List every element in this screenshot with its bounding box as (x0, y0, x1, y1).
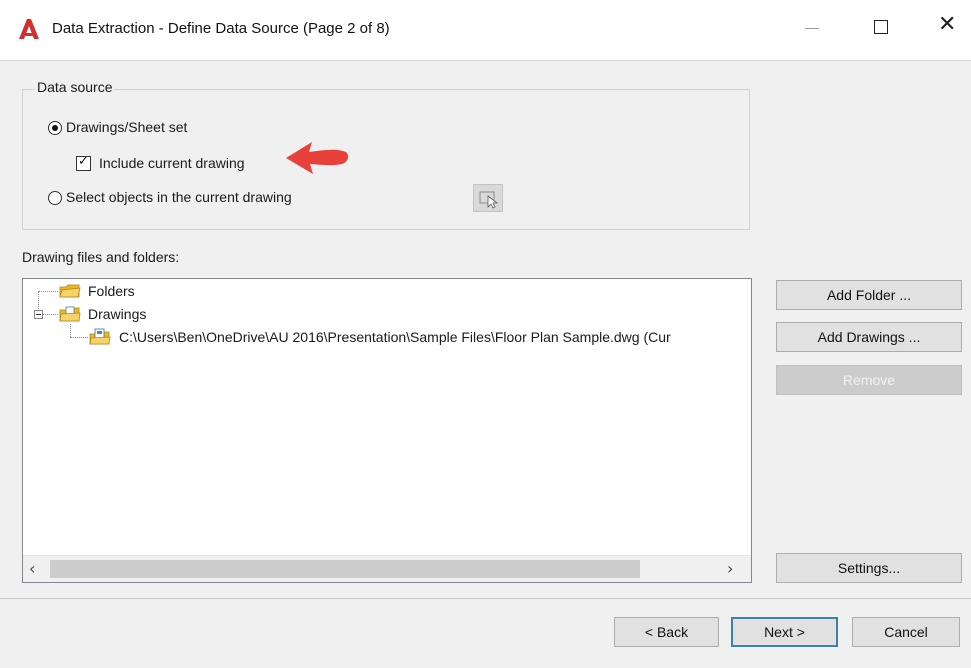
annotation-arrow-icon (286, 142, 349, 174)
drawings-folder-icon (59, 306, 81, 322)
checkmark-icon: ✓ (78, 154, 89, 169)
drawing-files-tree[interactable]: Folders Drawings C:\Users\Ben\OneDrive\A… (22, 278, 752, 583)
window-title: Data Extraction - Define Data Source (Pa… (52, 20, 390, 37)
remove-button[interactable]: Remove (776, 365, 962, 395)
drawing-files-label: Drawing files and folders: (22, 249, 180, 265)
scroll-left-icon[interactable]: ‹ (29, 559, 35, 578)
tree-connector (38, 291, 39, 311)
cancel-button[interactable]: Cancel (852, 617, 960, 647)
include-current-drawing-label[interactable]: Include current drawing (99, 155, 245, 171)
close-button[interactable]: ✕ (938, 14, 956, 36)
tree-connector (70, 324, 71, 337)
scrollbar-thumb[interactable] (50, 560, 640, 578)
footer-divider (0, 598, 971, 599)
tree-connector (70, 337, 88, 338)
title-bar: Data Extraction - Define Data Source (Pa… (0, 0, 971, 61)
next-button[interactable]: Next > (731, 617, 838, 647)
tree-item-label: Folders (88, 283, 135, 299)
autocad-logo-icon (19, 19, 39, 39)
select-objects-icon (479, 191, 499, 209)
horizontal-scrollbar[interactable]: ‹ › (23, 555, 751, 582)
dwg-file-icon (89, 328, 111, 345)
tree-item-label: Drawings (88, 306, 147, 322)
folder-icon (59, 284, 81, 298)
select-objects-label[interactable]: Select objects in the current drawing (66, 189, 292, 205)
scroll-right-icon[interactable]: › (727, 559, 733, 578)
drawings-sheet-set-label[interactable]: Drawings/Sheet set (66, 119, 187, 135)
select-objects-button[interactable] (473, 184, 503, 212)
collapse-toggle[interactable] (34, 310, 43, 319)
data-source-legend: Data source (35, 79, 115, 95)
add-drawings-button[interactable]: Add Drawings ... (776, 322, 962, 352)
tree-item-label: C:\Users\Ben\OneDrive\AU 2016\Presentati… (119, 329, 671, 345)
tree-connector (43, 314, 58, 315)
drawings-sheet-set-radio[interactable] (48, 121, 62, 135)
select-objects-radio[interactable] (48, 191, 62, 205)
back-button[interactable]: < Back (614, 617, 719, 647)
settings-button[interactable]: Settings... (776, 553, 962, 583)
tree-connector (38, 291, 58, 292)
add-folder-button[interactable]: Add Folder ... (776, 280, 962, 310)
include-current-drawing-checkbox[interactable]: ✓ (76, 154, 91, 171)
minimize-button[interactable] (805, 28, 819, 29)
maximize-button[interactable] (874, 20, 888, 34)
